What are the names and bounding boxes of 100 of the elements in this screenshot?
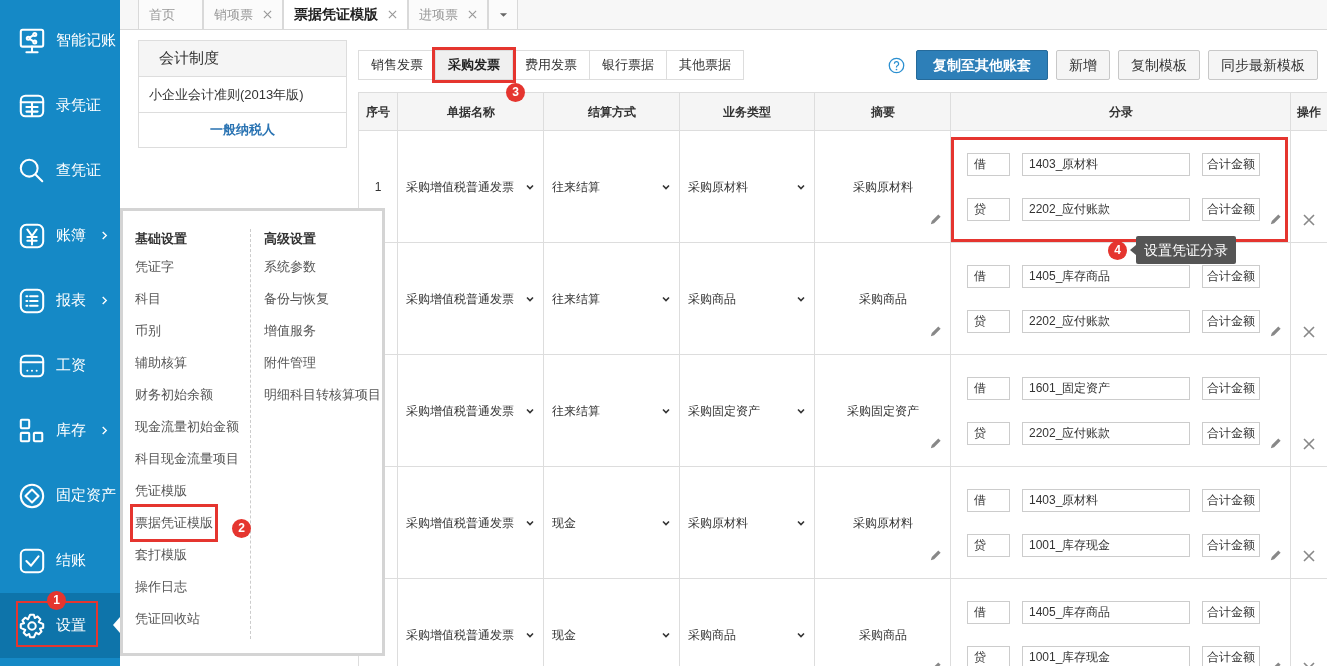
row-number: 1 bbox=[374, 179, 382, 194]
action-button[interactable]: 复制至其他账套 bbox=[916, 50, 1048, 80]
menu-item[interactable]: 增值服务 bbox=[264, 321, 316, 341]
sidebar-item[interactable]: 查凭证 bbox=[0, 138, 120, 203]
menu-item[interactable]: 凭证回收站 bbox=[135, 609, 200, 629]
menu-item[interactable]: 凭证字 bbox=[135, 257, 174, 277]
sidebar-item[interactable]: 结账 bbox=[0, 528, 120, 593]
invoice-tab[interactable]: 银行票据 bbox=[589, 50, 667, 80]
action-button[interactable]: 同步最新模板 bbox=[1208, 50, 1318, 80]
column-header: 序号 bbox=[358, 92, 398, 131]
menu-item[interactable]: 科目现金流量项目 bbox=[135, 449, 239, 469]
menu-item[interactable]: 操作日志 bbox=[135, 577, 187, 597]
account-field[interactable]: 1405_库存商品 bbox=[1022, 600, 1190, 624]
menu-item[interactable]: 备份与恢复 bbox=[264, 289, 329, 309]
menu-item[interactable]: 科目 bbox=[135, 289, 161, 309]
direction-field[interactable]: 贷 bbox=[967, 421, 1010, 445]
summary-text: 采购原材料 bbox=[852, 515, 913, 530]
account-field[interactable]: 1001_库存现金 bbox=[1022, 645, 1190, 666]
caret-icon bbox=[498, 11, 508, 18]
account-field[interactable]: 1403_原材料 bbox=[1022, 488, 1190, 512]
select-field[interactable]: 采购商品 bbox=[688, 289, 806, 308]
direction-field[interactable]: 借 bbox=[967, 600, 1010, 624]
account-field[interactable]: 1405_库存商品 bbox=[1022, 264, 1190, 288]
select-field[interactable]: 现金 bbox=[552, 513, 671, 532]
select-field[interactable]: 采购增值税普通发票 bbox=[406, 401, 535, 420]
sidebar-item[interactable]: 账簿 bbox=[0, 203, 120, 268]
sidebar-item[interactable]: 录凭证 bbox=[0, 73, 120, 138]
amount-button[interactable]: 合计金额 bbox=[1202, 376, 1260, 400]
select-field[interactable]: 往来结算 bbox=[552, 289, 671, 308]
direction-field[interactable]: 贷 bbox=[967, 645, 1010, 666]
amount-button[interactable]: 合计金额 bbox=[1202, 152, 1260, 176]
monitor-icon bbox=[18, 26, 46, 55]
column-header: 分录 bbox=[950, 92, 1291, 131]
menu-item[interactable]: 附件管理 bbox=[264, 353, 316, 373]
sidebar-label: 账簿 bbox=[56, 225, 86, 246]
edit-icon bbox=[929, 213, 942, 226]
sidebar-item[interactable]: 设置 1 bbox=[0, 593, 120, 658]
column-header: 业务类型 bbox=[679, 92, 815, 131]
select-field[interactable]: 采购增值税普通发票 bbox=[406, 513, 535, 532]
tabs-dropdown[interactable] bbox=[488, 0, 518, 29]
account-field[interactable]: 1601_固定资产 bbox=[1022, 376, 1190, 400]
sidebar-item[interactable]: 工资 bbox=[0, 333, 120, 398]
amount-button[interactable]: 合计金额 bbox=[1202, 645, 1260, 666]
select-field[interactable]: 现金 bbox=[552, 625, 671, 644]
amount-button[interactable]: 合计金额 bbox=[1202, 533, 1260, 557]
delete-icon bbox=[1303, 326, 1315, 338]
select-field[interactable]: 往来结算 bbox=[552, 177, 671, 196]
sidebar-item[interactable]: 智能记账 bbox=[0, 8, 120, 73]
amount-button[interactable]: 合计金额 bbox=[1202, 488, 1260, 512]
menu-item[interactable]: 币别 bbox=[135, 321, 161, 341]
menu-item[interactable]: 明细科目转核算项目 bbox=[264, 385, 381, 405]
menu-heading: 基础设置 bbox=[135, 230, 188, 248]
step-badge: 4 bbox=[1108, 241, 1127, 260]
select-field[interactable]: 采购增值税普通发票 bbox=[406, 289, 535, 308]
select-field[interactable]: 采购固定资产 bbox=[688, 401, 806, 420]
select-field[interactable]: 采购原材料 bbox=[688, 513, 806, 532]
select-field[interactable]: 采购原材料 bbox=[688, 177, 806, 196]
column-header: 结算方式 bbox=[543, 92, 680, 131]
account-field[interactable]: 1403_原材料 bbox=[1022, 152, 1190, 176]
sidebar-item[interactable]: 库存 bbox=[0, 398, 120, 463]
account-field[interactable]: 2202_应付账款 bbox=[1022, 197, 1190, 221]
menu-item[interactable]: 财务初始余额 bbox=[135, 385, 213, 405]
invoice-tab[interactable]: 其他票据 bbox=[666, 50, 744, 80]
menu-item[interactable]: 辅助核算 bbox=[135, 353, 187, 373]
close-icon bbox=[263, 10, 272, 19]
checkbox-icon bbox=[18, 546, 46, 575]
account-field[interactable]: 1001_库存现金 bbox=[1022, 533, 1190, 557]
select-field[interactable]: 采购增值税普通发票 bbox=[406, 177, 535, 196]
account-field[interactable]: 2202_应付账款 bbox=[1022, 421, 1190, 445]
sidebar-item[interactable]: 报表 bbox=[0, 268, 120, 333]
chevron-icon bbox=[100, 231, 109, 240]
amount-button[interactable]: 合计金额 bbox=[1202, 197, 1260, 221]
summary-text: 采购商品 bbox=[858, 291, 907, 306]
amount-button[interactable]: 合计金额 bbox=[1202, 309, 1260, 333]
menu-item[interactable]: 凭证模版 bbox=[135, 481, 187, 501]
select-field[interactable]: 采购增值税普通发票 bbox=[406, 625, 535, 644]
action-button[interactable]: 复制模板 bbox=[1118, 50, 1200, 80]
direction-field[interactable]: 借 bbox=[967, 264, 1010, 288]
page-tab[interactable]: 票据凭证模版 bbox=[283, 0, 408, 29]
invoice-tab[interactable]: 采购发票 bbox=[435, 50, 513, 80]
direction-field[interactable]: 贷 bbox=[967, 197, 1010, 221]
menu-item[interactable]: 系统参数 bbox=[264, 257, 316, 277]
taxpayer-label: 一般纳税人 bbox=[209, 121, 276, 140]
sidebar-item[interactable]: 固定资产 bbox=[0, 463, 120, 528]
amount-button[interactable]: 合计金额 bbox=[1202, 600, 1260, 624]
select-field[interactable]: 往来结算 bbox=[552, 401, 671, 420]
amount-button[interactable]: 合计金额 bbox=[1202, 264, 1260, 288]
help-icon bbox=[888, 56, 905, 74]
account-field[interactable]: 2202_应付账款 bbox=[1022, 309, 1190, 333]
direction-field[interactable]: 贷 bbox=[967, 533, 1010, 557]
menu-item[interactable]: 现金流量初始金额 bbox=[135, 417, 239, 437]
direction-field[interactable]: 借 bbox=[967, 376, 1010, 400]
delete-icon bbox=[1303, 214, 1315, 226]
direction-field[interactable]: 贷 bbox=[967, 309, 1010, 333]
direction-field[interactable]: 借 bbox=[967, 488, 1010, 512]
amount-button[interactable]: 合计金额 bbox=[1202, 421, 1260, 445]
action-button[interactable]: 新增 bbox=[1056, 50, 1110, 80]
select-field[interactable]: 采购商品 bbox=[688, 625, 806, 644]
menu-item[interactable]: 套打模版 bbox=[135, 545, 187, 565]
direction-field[interactable]: 借 bbox=[967, 152, 1010, 176]
